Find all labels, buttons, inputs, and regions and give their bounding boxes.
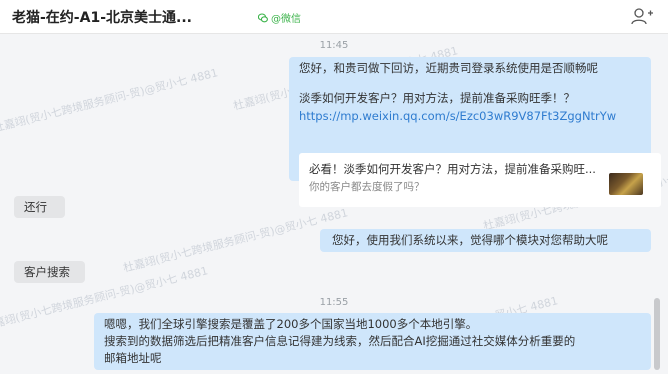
source-label: @微信 [258,10,301,25]
chat-header: 老猫-在约-A1-北京美士通... @微信 [0,0,668,34]
add-person-icon[interactable] [631,7,653,25]
message-text: 嗯嗯，我们全球引擎搜索是覆盖了200多个国家当地1000多个本地引擎。 [104,317,478,331]
card-description: 你的客户都去度假了吗？ [309,181,425,193]
card-thumbnail [609,173,643,195]
article-card[interactable]: 必看！淡季如何开发客户？用对方法，提前准备采购旺... 你的客户都去度假了吗？ [299,153,661,207]
source-text: @微信 [271,14,301,25]
watermark: 杜嘉翊(贸小七跨境服务顾问-贸)@贸小七 4881 [0,66,220,135]
message-bubble-received[interactable]: 还行 [14,196,65,218]
watermark: 杜嘉翊(贸小七跨境服务顾问-贸)@贸小七 4881 [121,206,350,275]
message-text: 客户搜索 [24,265,70,279]
timestamp: 11:45 [319,40,349,51]
message-text: 还行 [24,200,47,214]
scrollbar[interactable] [654,298,660,370]
message-bubble-sent[interactable]: 您好，和贵司做下回访，近期贵司登录系统使用是否顺畅呢 淡季如何开发客户？用对方法… [289,57,661,207]
card-title: 必看！淡季如何开发客户？用对方法，提前准备采购旺... [309,162,596,176]
chat-title: 老猫-在约-A1-北京美士通... [12,10,192,26]
message-bubble-received[interactable]: 客户搜索 [14,261,85,283]
timestamp: 11:55 [319,297,349,308]
wechat-icon [258,12,268,22]
message-bubble-sent[interactable]: 您好，使用我们系统以来，觉得哪个模块对您帮助大呢 [320,229,651,252]
message-text: 您好，和贵司做下回访，近期贵司登录系统使用是否顺畅呢 [299,61,598,75]
message-text: 邮箱地址呢 [104,351,162,365]
message-text: 搜索到的数据筛选后把精准客户信息记得建为线索，然后配合AI挖掘通过社交媒体分析重… [104,334,576,348]
message-bubble-sent[interactable]: 嗯嗯，我们全球引擎搜索是覆盖了200多个国家当地1000多个本地引擎。 搜索到的… [94,313,651,370]
article-link[interactable]: https://mp.weixin.qq.com/s/Ezc03wR9V87Ft… [299,108,616,125]
message-text: 您好，使用我们系统以来，觉得哪个模块对您帮助大呢 [332,233,608,247]
message-text: 淡季如何开发客户？用对方法，提前准备采购旺季！？ [299,91,575,105]
